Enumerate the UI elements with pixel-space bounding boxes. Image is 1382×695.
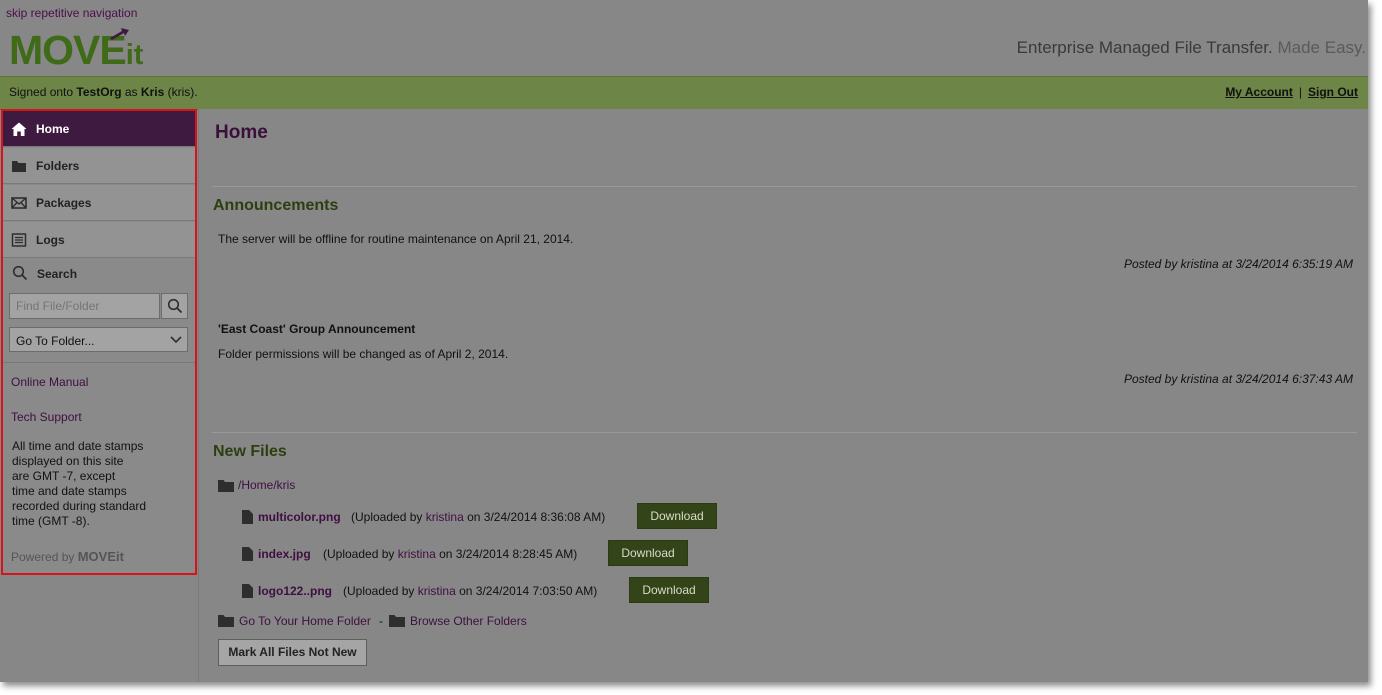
app-window: skip repetitive navigation MOVEit Enterp… [0, 0, 1368, 682]
sidebar-item-label: Logs [36, 233, 65, 247]
browse-folders-link[interactable]: Browse Other Folders [410, 614, 527, 628]
search-input[interactable] [9, 293, 160, 319]
uploader-link[interactable]: kristina [426, 510, 464, 524]
file-meta: (Uploaded by kristina on 3/24/2014 7:03:… [343, 584, 598, 598]
page-title: Home [215, 122, 268, 143]
sign-out-link[interactable]: Sign Out [1308, 85, 1358, 99]
tech-support-link[interactable]: Tech Support [11, 410, 82, 424]
home-folder-link[interactable]: Go To Your Home Folder [239, 614, 371, 628]
folder-icon [389, 615, 405, 627]
divider [3, 362, 195, 363]
announcements-title: Announcements [213, 197, 339, 214]
announcement-text: The server will be offline for routine m… [218, 232, 574, 246]
signed-in-status: Signed onto TestOrg as Kris (kris). [9, 85, 198, 99]
file-name-link[interactable]: multicolor.png [258, 510, 341, 524]
download-button[interactable]: Download [629, 577, 709, 603]
search-label: Search [37, 267, 78, 281]
chevron-down-icon [170, 336, 182, 344]
home-icon [11, 122, 27, 136]
powered-by-logo: MOVEit [77, 549, 124, 564]
folder-icon [218, 615, 234, 627]
sidebar-item-label: Packages [36, 196, 92, 210]
list-item: logo122..png (Uploaded by kristina on 3/… [242, 577, 842, 603]
file-name-link[interactable]: logo122..png [258, 584, 332, 598]
account-links: My Account | Sign Out [1225, 85, 1358, 99]
file-meta: (Uploaded by kristina on 3/24/2014 8:36:… [351, 510, 606, 524]
sidebar-item-folders[interactable]: Folders [3, 148, 195, 184]
list-item: index.jpg (Uploaded by kristina on 3/24/… [242, 540, 842, 566]
separator: - [379, 614, 383, 628]
new-files-title: New Files [213, 443, 287, 460]
my-account-link[interactable]: My Account [1225, 85, 1293, 99]
search-button[interactable] [161, 293, 188, 319]
timezone-note: All time and date stamps displayed on th… [12, 439, 147, 528]
envelope-icon [11, 197, 27, 209]
folder-icon [12, 161, 26, 172]
download-button[interactable]: Download [637, 503, 717, 529]
download-button[interactable]: Download [608, 540, 688, 566]
sidebar-item-logs[interactable]: Logs [3, 222, 195, 258]
user-bar: Signed onto TestOrg as Kris (kris). My A… [0, 76, 1368, 110]
announcement-heading: 'East Coast' Group Announcement [218, 322, 416, 336]
sidebar-item-packages[interactable]: Packages [3, 185, 195, 221]
home-kris-folder-link[interactable]: /Home/kris [238, 478, 295, 492]
tagline: Enterprise Managed File Transfer. Made E… [1016, 38, 1366, 57]
mark-all-not-new-button[interactable]: Mark All Files Not New [218, 639, 367, 666]
announcement-text: Folder permissions will be changed as of… [218, 347, 509, 361]
powered-by: Powered by MOVEit [11, 549, 124, 564]
search-icon [167, 298, 183, 314]
logo-arrow-icon [110, 28, 129, 40]
sidebar-item-label: Folders [36, 159, 80, 173]
log-icon [11, 233, 27, 247]
file-icon [242, 547, 253, 561]
moveit-logo: MOVEit [9, 27, 144, 73]
skip-navigation-link[interactable]: skip repetitive navigation [6, 6, 137, 20]
main-content: Home Announcements The server will be of… [198, 109, 1368, 682]
uploader-link[interactable]: kristina [418, 584, 456, 598]
list-item: multicolor.png (Uploaded by kristina on … [242, 503, 842, 529]
file-icon [242, 510, 253, 524]
go-to-folder-select[interactable]: Go To Folder... [9, 327, 188, 352]
uploader-link[interactable]: kristina [398, 547, 436, 561]
sidebar-item-label: Home [36, 122, 70, 136]
sidebar-item-home[interactable]: Home [3, 111, 195, 147]
sidebar: Home Folders Packages Logs Search Go To … [1, 109, 197, 575]
announcement-posted: Posted by kristina at 3/24/2014 6:37:43 … [1123, 372, 1353, 386]
announcement-posted: Posted by kristina at 3/24/2014 6:35:19 … [1123, 257, 1353, 271]
file-icon [242, 584, 253, 598]
file-meta: (Uploaded by kristina on 3/24/2014 8:28:… [323, 547, 578, 561]
file-name-link[interactable]: index.jpg [258, 547, 311, 561]
search-icon [12, 265, 28, 281]
search-section-header: Search [3, 259, 195, 287]
divider [212, 432, 1357, 433]
divider [212, 186, 1357, 187]
folder-icon [218, 480, 234, 492]
online-manual-link[interactable]: Online Manual [11, 375, 88, 389]
